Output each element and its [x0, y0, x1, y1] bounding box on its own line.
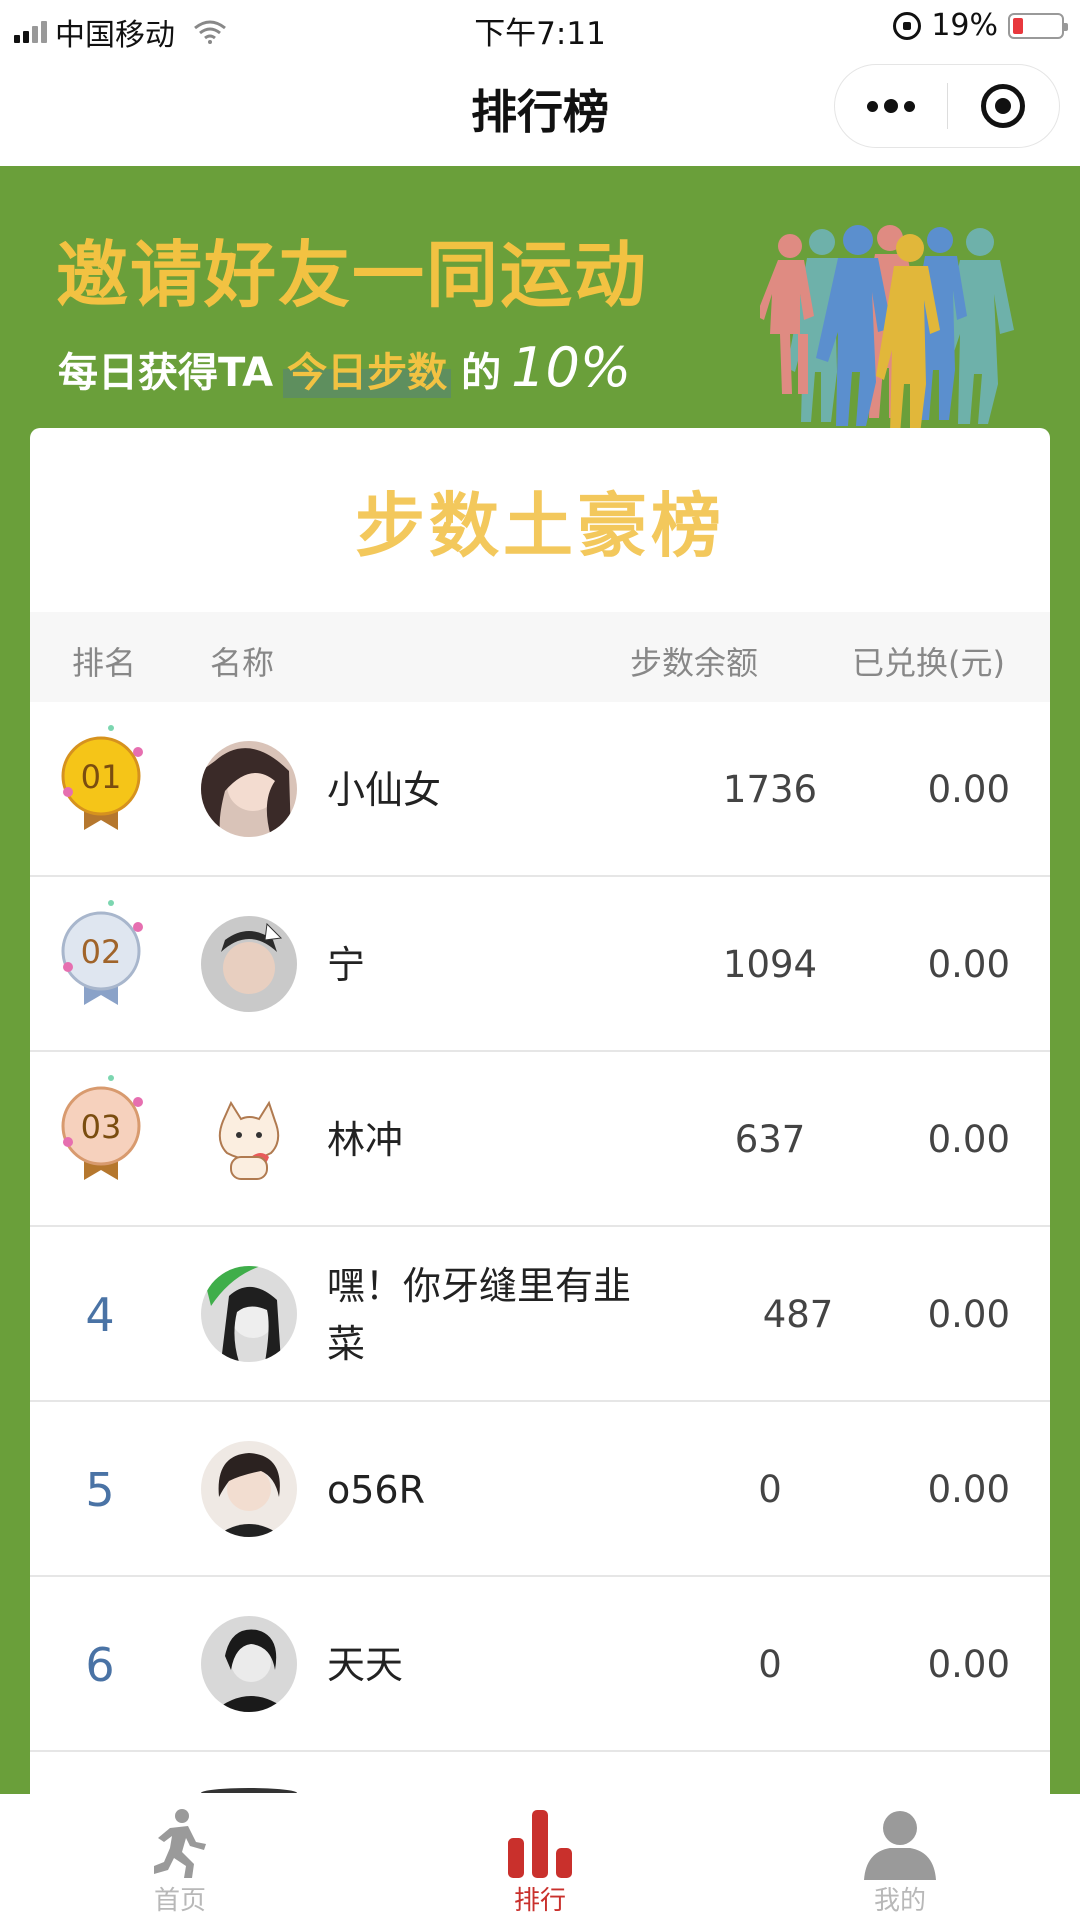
step-balance: 1736: [722, 768, 818, 811]
leaderboard-title: 步数土豪榜: [355, 484, 725, 567]
header-exchanged: 已兑换(元): [852, 644, 1005, 682]
mini-program-capsule: [834, 64, 1060, 148]
avatar: [201, 1091, 297, 1187]
leaderboard-card: 步数土豪榜 排名 名称 步数余额 已兑换(元) 01 小仙女 1736 0.00…: [30, 428, 1050, 1828]
medal-rank-3: 03: [81, 1108, 122, 1146]
avatar: [201, 1266, 297, 1362]
user-name: 宁: [327, 942, 366, 987]
table-row[interactable]: 6 天天 0 0.00: [30, 1577, 1050, 1752]
exchanged-amount: 0.00: [927, 1118, 1010, 1161]
battery-percent: 19%: [931, 8, 998, 43]
medal-rank-1: 01: [81, 758, 122, 796]
banner-sub-suffix: 的: [461, 350, 502, 396]
medal-rank-2: 02: [81, 933, 122, 971]
table-row[interactable]: 03 林冲 637 0.00: [30, 1052, 1050, 1227]
status-bar: 中国移动 下午7:11 19%: [0, 0, 1080, 56]
exchanged-amount: 0.00: [927, 1293, 1010, 1336]
target-icon: [981, 84, 1026, 128]
rank-number: 5: [85, 1462, 115, 1517]
bronze-medal-icon: 03: [61, 1075, 143, 1180]
table-header: 排名 名称 步数余额 已兑换(元): [30, 612, 1050, 702]
tab-mine-label: 我的: [873, 1886, 926, 1916]
banner-percent: 10%: [511, 336, 632, 399]
exchanged-amount: 0.00: [927, 768, 1010, 811]
user-name: o56R: [327, 1467, 426, 1512]
header-name: 名称: [210, 644, 275, 682]
user-name: 天天: [327, 1642, 404, 1687]
tab-bar: 首页 排行 我的: [0, 1794, 1080, 1920]
user-name: 小仙女: [327, 767, 442, 812]
banner-title: 邀请好友一同运动: [56, 233, 649, 317]
user-icon: [864, 1811, 936, 1880]
table-row[interactable]: 01 小仙女 1736 0.00: [30, 702, 1050, 877]
banner-sub-highlight: 今日步数: [283, 340, 452, 398]
exchanged-amount: 0.00: [927, 1468, 1010, 1511]
exchanged-amount: 0.00: [927, 943, 1010, 986]
close-mini-program-button[interactable]: [948, 64, 1060, 148]
banner-subtitle: 每日获得TA 今日步数 的 10%: [58, 336, 631, 399]
navigation-bar: 排行榜: [0, 56, 1080, 166]
step-balance: 1094: [722, 943, 818, 986]
step-balance: 0: [758, 1643, 782, 1686]
table-row[interactable]: 4 嘿！你牙缝里有韭菜 487 0.00: [30, 1227, 1050, 1402]
avatar: [201, 741, 297, 837]
avatar: [201, 1616, 297, 1712]
more-dots-icon: [866, 99, 915, 113]
invite-banner[interactable]: 邀请好友一同运动 每日获得TA 今日步数 的 10%: [0, 166, 1080, 466]
user-name: 嘿！你牙缝里有韭菜: [327, 1263, 632, 1366]
table-row[interactable]: 02 宁 1094 0.00: [30, 877, 1050, 1052]
rotation-lock-icon: [893, 11, 922, 40]
silver-medal-icon: 02: [61, 900, 143, 1005]
step-balance: 0: [758, 1468, 782, 1511]
tab-home[interactable]: 首页: [0, 1794, 360, 1920]
user-name: 林冲: [327, 1117, 404, 1162]
tab-ranking-label: 排行: [513, 1886, 566, 1916]
avatar: [201, 1441, 297, 1537]
step-balance: 487: [762, 1293, 834, 1336]
tab-mine[interactable]: 我的: [720, 1794, 1080, 1920]
exchanged-amount: 0.00: [927, 1643, 1010, 1686]
header-rank: 排名: [72, 644, 137, 682]
rank-number: 6: [85, 1637, 115, 1692]
bar-chart-icon: [508, 1810, 572, 1878]
avatar: [201, 916, 297, 1012]
tab-ranking[interactable]: 排行: [360, 1794, 720, 1920]
step-balance: 637: [734, 1118, 806, 1161]
runner-icon: [154, 1809, 206, 1878]
tab-home-label: 首页: [153, 1886, 206, 1916]
more-button[interactable]: [835, 64, 947, 148]
rank-number: 4: [85, 1287, 115, 1342]
table-row[interactable]: 5 o56R 0 0.00: [30, 1402, 1050, 1577]
gold-medal-icon: 01: [61, 725, 143, 830]
header-steps: 步数余额: [630, 644, 759, 682]
status-right: 19%: [893, 8, 1068, 43]
banner-sub-prefix: 每日获得TA: [58, 350, 274, 396]
battery-icon: [1008, 12, 1068, 39]
